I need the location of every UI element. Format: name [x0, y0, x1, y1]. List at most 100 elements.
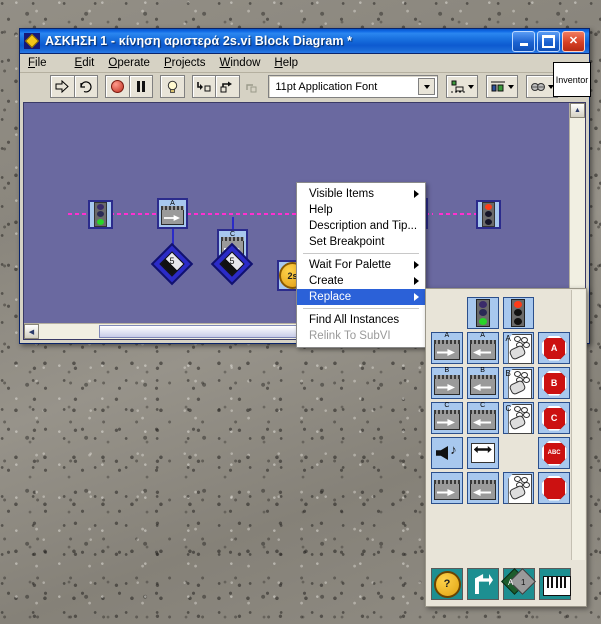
menu-bar: File Edit Operate Projects Window Help	[20, 54, 589, 73]
palette-cell-label: B	[480, 367, 485, 374]
context-menu-label: Help	[309, 204, 333, 216]
context-menu-item-description-and-tip[interactable]: Description and Tip...	[297, 218, 425, 234]
run-continuously-button[interactable]	[73, 75, 99, 98]
maximize-button[interactable]	[537, 30, 560, 52]
context-menu-item-replace[interactable]: Replace	[297, 289, 425, 305]
palette-stop[interactable]	[538, 472, 570, 504]
traffic-light-red-terminal[interactable]	[476, 200, 501, 229]
align-objects-dropdown[interactable]	[446, 75, 479, 98]
font-selector[interactable]: 11pt Application Font	[268, 75, 439, 98]
palette-cell-label: C	[505, 404, 512, 413]
palette-page-c[interactable]: C	[502, 402, 535, 434]
submenu-arrow-icon	[414, 261, 419, 269]
palette-left-right[interactable]	[466, 437, 499, 469]
palette-row: B B B B	[431, 367, 570, 399]
palette-motor-c-left[interactable]: C	[466, 402, 499, 434]
palette-motor-a-left[interactable]: A	[466, 332, 499, 364]
pause-button[interactable]	[128, 75, 154, 98]
context-menu-separator	[303, 308, 419, 309]
window-title-bar[interactable]: ΑΣΚΗΣΗ 1 - κίνηση αριστερά 2s.vi Block D…	[20, 29, 589, 54]
palette-cell-label: A	[480, 332, 485, 339]
palette-play-sound[interactable]: ♪	[431, 437, 463, 469]
palette-empty-slot	[538, 297, 570, 329]
highlight-execution-button[interactable]	[160, 75, 185, 98]
palette-cell-label: A	[550, 343, 558, 353]
menu-item-help[interactable]: Help	[274, 57, 298, 69]
context-menu-item-create[interactable]: Create	[297, 273, 425, 289]
power-constant-c[interactable]: 5	[210, 242, 254, 286]
toolbar: 11pt Application Font ?	[20, 73, 589, 100]
context-menu-label: Find All Instances	[309, 314, 400, 326]
palette-keyboard-vi[interactable]	[539, 568, 571, 600]
menu-item-projects[interactable]: Projects	[164, 57, 206, 69]
palette-cell-label: 1	[521, 578, 526, 587]
palette-page-a[interactable]: A	[502, 332, 535, 364]
palette-traffic-light-red[interactable]	[502, 297, 535, 329]
palette-wait-vi[interactable]: ?	[431, 568, 463, 600]
menu-item-file[interactable]: File	[28, 57, 61, 69]
palette-traffic-light-green[interactable]	[466, 297, 499, 329]
context-menu-separator	[303, 253, 419, 254]
chevron-down-icon	[508, 84, 515, 89]
motor-node-a[interactable]: A	[157, 198, 188, 229]
close-button[interactable]: ✕	[562, 30, 585, 52]
context-menu-item-relink-to-subvi: Relink To SubVI	[297, 328, 425, 344]
palette-row: A A A A	[431, 332, 570, 364]
abort-execution-button[interactable]	[105, 75, 130, 98]
scroll-up-button[interactable]: ▲	[570, 103, 585, 118]
palette-row: C C C C	[431, 402, 570, 434]
menu-item-operate[interactable]: Operate	[108, 57, 150, 69]
context-menu-item-help[interactable]: Help	[297, 202, 425, 218]
step-into-button[interactable]	[191, 75, 217, 98]
palette-motor-c-right[interactable]: C	[431, 402, 463, 434]
palette-page[interactable]	[502, 472, 535, 504]
chevron-down-icon[interactable]	[418, 78, 436, 95]
step-out-button[interactable]	[239, 76, 262, 97]
palette-row: ♪ ABC	[431, 437, 570, 469]
replace-subpalette[interactable]: A A A A B B B B C C C C ♪ ABC ? A 1	[425, 288, 587, 607]
palette-stop-c[interactable]: C	[538, 402, 570, 434]
palette-scrollbar[interactable]	[571, 290, 585, 560]
context-menu-item-find-all-instances[interactable]: Find All Instances	[297, 312, 425, 328]
power-constant-a-value: 5	[169, 256, 175, 266]
palette-cell-label: A	[505, 334, 511, 343]
context-menu-label: Relink To SubVI	[309, 330, 391, 342]
run-button[interactable]	[50, 75, 75, 98]
palette-motor-left[interactable]	[466, 472, 499, 504]
submenu-arrow-icon	[414, 293, 419, 301]
palette-page-b[interactable]: B	[502, 367, 535, 399]
minimize-button[interactable]	[512, 30, 535, 52]
palette-cell-label: A	[444, 332, 450, 339]
labview-diamond-icon	[24, 33, 40, 49]
inventor-label: Inventor	[555, 74, 589, 85]
context-menu-item-set-breakpoint[interactable]: Set Breakpoint	[297, 234, 425, 250]
palette-loop-vi[interactable]	[467, 568, 499, 600]
context-menu-label: Create	[309, 275, 344, 287]
palette-stop-b[interactable]: B	[538, 367, 570, 399]
traffic-light-green-terminal[interactable]	[88, 200, 113, 229]
distribute-objects-dropdown[interactable]	[486, 75, 519, 98]
power-constant-a[interactable]: 5	[150, 242, 194, 286]
palette-motor-b-right[interactable]: B	[431, 367, 463, 399]
scroll-left-button[interactable]: ◀	[24, 324, 39, 339]
palette-motor-a-right[interactable]: A	[431, 332, 463, 364]
context-menu-label: Description and Tip...	[309, 220, 418, 232]
palette-motor-right[interactable]	[431, 472, 463, 504]
palette-cell-label: ABC	[547, 450, 561, 456]
palette-cell-label: C	[444, 402, 450, 409]
palette-motor-b-left[interactable]: B	[466, 367, 499, 399]
step-over-button[interactable]	[215, 75, 240, 98]
palette-variable-vi[interactable]: A1	[501, 568, 536, 600]
chevron-down-icon	[468, 84, 475, 89]
menu-item-edit[interactable]: Edit	[75, 57, 95, 69]
palette-empty-slot	[503, 437, 535, 469]
inventor-toolkit-badge: Inventor	[553, 62, 591, 97]
palette-cell-label: B	[444, 367, 450, 374]
palette-stop-a[interactable]: A	[538, 332, 570, 364]
palette-stop-abc[interactable]: ABC	[538, 437, 570, 469]
window-controls: ✕	[512, 30, 585, 52]
context-menu-item-wait-for-palette[interactable]: Wait For Palette	[297, 257, 425, 273]
context-menu-item-visible-items[interactable]: Visible Items	[297, 186, 425, 202]
window-title: ΑΣΚΗΣΗ 1 - κίνηση αριστερά 2s.vi Block D…	[45, 34, 353, 48]
menu-item-window[interactable]: Window	[219, 57, 260, 69]
